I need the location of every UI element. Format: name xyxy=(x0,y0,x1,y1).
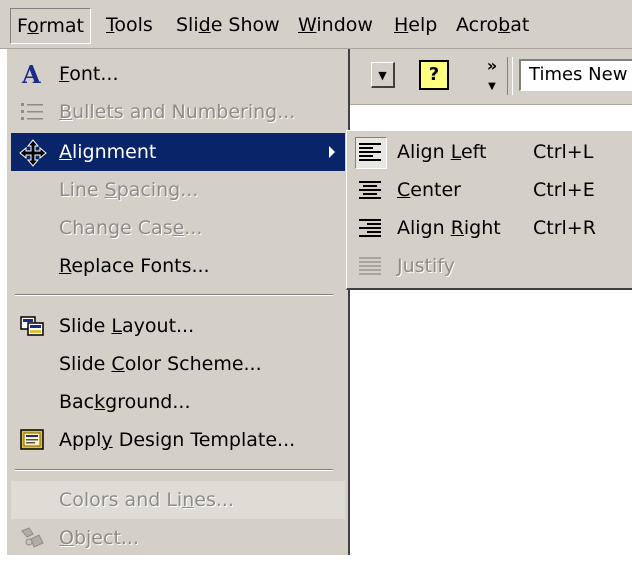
font-name-box[interactable]: Times New xyxy=(519,59,632,91)
menu-item-label: Apply Design Template... xyxy=(59,429,296,451)
submenu-item-label: Justify xyxy=(397,255,455,277)
menu-format-mnemonic: o xyxy=(27,15,39,37)
menu-item-object[interactable]: Object... xyxy=(11,519,345,557)
menu-item-label: Slide Color Scheme... xyxy=(59,353,262,375)
move-cursor-icon xyxy=(19,139,47,167)
object-icon xyxy=(19,525,45,551)
menu-item-label: Object... xyxy=(59,527,140,549)
toolbar-separator xyxy=(507,57,513,95)
menu-tools[interactable]: Tools xyxy=(100,8,159,42)
help-question-icon: ? xyxy=(428,64,440,85)
menu-help[interactable]: Help xyxy=(388,8,443,42)
menu-format-text-rest: rmat xyxy=(38,15,84,37)
submenu-item-justify[interactable]: Justify xyxy=(351,247,632,285)
toolbar-options-arrow-icon: ▼ xyxy=(488,81,496,92)
menu-separator xyxy=(15,469,333,471)
menu-item-label: Replace Fonts... xyxy=(59,255,210,277)
submenu-item-align-left[interactable]: Align Left Ctrl+L xyxy=(351,133,632,171)
menu-slide-show-text: Sli xyxy=(176,14,199,36)
format-menu: A Font... Bullets and Numbering... Align… xyxy=(6,49,350,555)
menu-format[interactable]: Format xyxy=(10,8,91,44)
design-template-icon xyxy=(19,427,45,453)
menu-separator xyxy=(15,294,333,296)
menu-item-label: Slide Layout... xyxy=(59,315,195,337)
menu-window-text-rest: indow xyxy=(316,14,373,36)
menu-acrobat-text-rest: at xyxy=(510,14,530,36)
more-buttons-icon: » xyxy=(486,56,498,75)
submenu-item-label: Align Right xyxy=(397,217,501,239)
menu-item-label: Line Spacing... xyxy=(59,179,199,201)
menu-help-text-rest: elp xyxy=(408,14,438,36)
submenu-item-align-right[interactable]: Align Right Ctrl+R xyxy=(351,209,632,247)
align-left-icon xyxy=(355,137,387,169)
font-A-icon: A xyxy=(19,60,45,89)
menu-slide-show[interactable]: Slide Show xyxy=(170,8,286,42)
submenu-item-label: Center xyxy=(397,179,461,201)
slide-layout-icon xyxy=(19,313,45,339)
menu-item-bullets-numbering[interactable]: Bullets and Numbering... xyxy=(11,93,345,131)
menu-item-slide-layout[interactable]: Slide Layout... xyxy=(11,307,345,345)
shortcut-label: Ctrl+L xyxy=(533,141,594,163)
menu-item-font[interactable]: A Font... xyxy=(11,55,345,93)
menu-tools-text-rest: ools xyxy=(114,14,153,36)
menu-item-label: Bullets and Numbering... xyxy=(59,101,296,123)
menu-item-slide-color-scheme[interactable]: Slide Color Scheme... xyxy=(11,345,345,383)
submenu-arrow-icon xyxy=(329,146,335,158)
menu-item-background[interactable]: Background... xyxy=(11,383,345,421)
svg-text:A: A xyxy=(21,61,41,87)
menu-item-label: Alignment xyxy=(59,141,157,163)
menu-bar: Format Tools Slide Show Window Help Acro… xyxy=(0,0,632,49)
menu-item-alignment[interactable]: Alignment xyxy=(11,133,345,171)
menu-acrobat-mnemonic: b xyxy=(498,14,511,36)
menu-window[interactable]: Window xyxy=(292,8,379,42)
menu-slide-show-text-rest: e Show xyxy=(210,14,280,36)
align-right-icon xyxy=(357,215,383,241)
menu-item-label: Change Case... xyxy=(59,217,203,239)
toolbar-dropdown-button[interactable]: ▼ xyxy=(371,62,395,88)
alignment-submenu: Align Left Ctrl+L Center Ctrl+E Align Ri… xyxy=(346,130,632,290)
menu-item-line-spacing[interactable]: Line Spacing... xyxy=(11,171,345,209)
bullets-icon xyxy=(19,99,45,125)
align-center-icon xyxy=(357,177,383,203)
chevron-down-icon: ▼ xyxy=(378,69,387,82)
submenu-item-center[interactable]: Center Ctrl+E xyxy=(351,171,632,209)
menu-item-label: Background... xyxy=(59,391,191,413)
menu-item-label: Font... xyxy=(59,63,119,85)
menu-item-change-case[interactable]: Change Case... xyxy=(11,209,345,247)
menu-format-text: F xyxy=(17,15,28,37)
menu-window-mnemonic: W xyxy=(298,14,317,36)
menu-item-replace-fonts[interactable]: Replace Fonts... xyxy=(11,247,345,285)
shortcut-label: Ctrl+E xyxy=(533,179,595,201)
menu-help-mnemonic: H xyxy=(394,14,409,36)
shortcut-label: Ctrl+R xyxy=(533,217,596,239)
menu-slide-show-mnemonic: d xyxy=(198,14,211,36)
menu-item-colors-and-lines[interactable]: Colors and Lines... xyxy=(11,481,345,519)
formatting-toolbar: ▼ ? » ▼ Times New xyxy=(349,49,632,105)
menu-acrobat[interactable]: Acrobat xyxy=(450,8,535,42)
submenu-item-label: Align Left xyxy=(397,141,487,163)
menu-item-label: Colors and Lines... xyxy=(59,489,234,511)
menu-acrobat-text: Acro xyxy=(456,14,499,36)
help-button[interactable]: ? xyxy=(419,60,449,90)
menu-item-apply-design-template[interactable]: Apply Design Template... xyxy=(11,421,345,459)
toolbar-options-button[interactable]: » ▼ xyxy=(482,57,502,93)
justify-icon xyxy=(357,253,383,279)
